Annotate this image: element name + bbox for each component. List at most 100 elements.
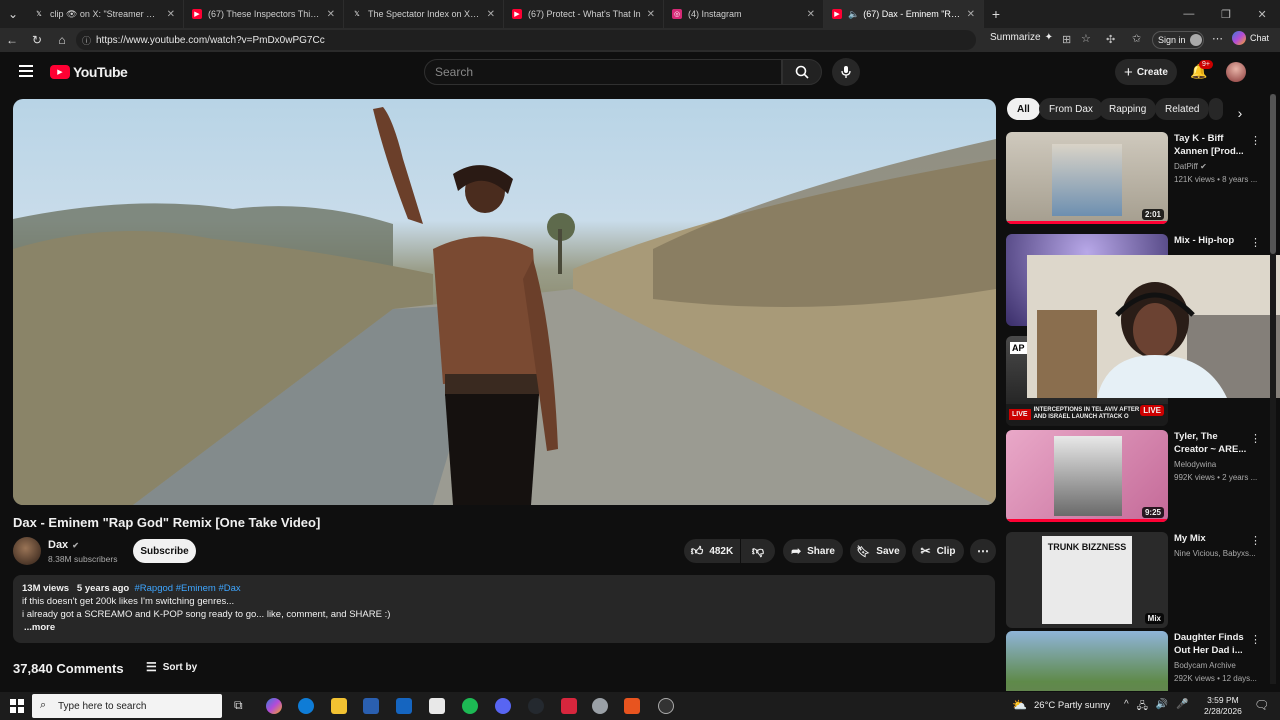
browser-tab-2[interactable]: ▶ (67) These Inspectors Think "Open ✕ bbox=[184, 0, 344, 28]
weather-text[interactable]: 26°C Partly sunny bbox=[1034, 700, 1110, 711]
save-button[interactable]: 🔖︎ Save bbox=[850, 539, 906, 563]
hashtags[interactable]: #Rapgod #Eminem #Dax bbox=[135, 583, 241, 594]
show-more-link[interactable]: ...more bbox=[22, 621, 986, 634]
close-window-icon[interactable]: ✕ bbox=[1257, 8, 1266, 21]
more-vertical-icon[interactable]: ⋮ bbox=[1250, 633, 1261, 646]
settings-app-icon[interactable] bbox=[592, 698, 608, 714]
rec-channel: Bodycam Archive bbox=[1174, 661, 1236, 670]
signin-button[interactable]: Sign in bbox=[1152, 31, 1204, 49]
close-tab-icon[interactable]: ✕ bbox=[167, 9, 175, 20]
more-vertical-icon[interactable]: ⋮ bbox=[1250, 134, 1261, 147]
edge-browser-icon[interactable] bbox=[298, 698, 314, 714]
browser-tab-3[interactable]: 𝕏 The Spectator Index on X: "BREAK ✕ bbox=[344, 0, 504, 28]
chip-all[interactable]: All bbox=[1007, 98, 1040, 120]
recording-app-icon[interactable] bbox=[658, 698, 674, 714]
copilot-app-icon[interactable] bbox=[266, 698, 282, 714]
chip-from-dax[interactable]: From Dax bbox=[1039, 98, 1103, 120]
document-icon[interactable] bbox=[429, 698, 445, 714]
file-explorer-icon[interactable] bbox=[331, 698, 347, 714]
more-actions-button[interactable]: ⋯ bbox=[970, 539, 996, 563]
notification-center-icon[interactable]: 🗨 bbox=[1254, 698, 1269, 712]
spotify-icon[interactable] bbox=[462, 698, 478, 714]
page-scrollbar[interactable] bbox=[1270, 94, 1276, 684]
chip-partial[interactable] bbox=[1209, 98, 1223, 120]
sort-by-button[interactable]: ☰ Sort by bbox=[146, 660, 197, 674]
video-player[interactable] bbox=[13, 99, 996, 505]
tab-list-chevron-icon[interactable]: ⌄ bbox=[0, 2, 26, 26]
chip-rapping[interactable]: Rapping bbox=[1099, 98, 1157, 120]
browser-tab-1[interactable]: 𝕏 clip 👁 on X: "Streamer Cheesur p ✕ bbox=[26, 0, 184, 28]
rec-thumbnail[interactable]: 2:01 bbox=[1006, 132, 1168, 224]
windows-start-icon[interactable] bbox=[10, 699, 24, 713]
channel-name-link[interactable]: Dax ✔ bbox=[48, 539, 79, 551]
new-tab-icon[interactable]: + bbox=[984, 2, 1008, 26]
more-vertical-icon[interactable]: ⋮ bbox=[1250, 432, 1261, 445]
summarize-label: Summarize bbox=[990, 32, 1041, 43]
close-tab-icon[interactable]: ✕ bbox=[967, 9, 975, 20]
microphone-tray-icon[interactable]: 🎤 bbox=[1176, 699, 1188, 716]
chip-related[interactable]: Related bbox=[1155, 98, 1210, 120]
create-button[interactable]: + Create bbox=[1115, 59, 1177, 85]
rec-thumbnail[interactable]: 9:25 bbox=[1006, 430, 1168, 522]
app-icon[interactable] bbox=[528, 698, 544, 714]
rec-thumbnail[interactable] bbox=[1006, 631, 1168, 691]
clock[interactable]: 3:59 PM 2/28/2026 bbox=[1204, 695, 1242, 717]
task-view-icon[interactable]: ⧉ bbox=[234, 698, 243, 713]
close-tab-icon[interactable]: ✕ bbox=[487, 9, 495, 20]
taskbar-search-input[interactable]: ⌕ Type here to search bbox=[32, 694, 222, 718]
browser-tab-6[interactable]: ▶ 🔈 (67) Dax - Eminem "Rap God" ✕ bbox=[824, 0, 984, 28]
youtube-logo[interactable]: ▶ YouTube bbox=[50, 64, 128, 80]
video-description[interactable]: 13M views 5 years ago #Rapgod #Eminem #D… bbox=[13, 575, 995, 643]
subscribe-button[interactable]: Subscribe bbox=[133, 539, 196, 563]
weather-icon[interactable]: ⛅ bbox=[1012, 698, 1027, 712]
chevron-up-icon[interactable]: ^ bbox=[1124, 699, 1129, 716]
thumbs-down-icon: 👎︎ bbox=[751, 543, 765, 558]
red-app-icon[interactable] bbox=[561, 698, 577, 714]
search-input[interactable]: Search bbox=[424, 59, 782, 85]
orange-app-icon[interactable] bbox=[624, 698, 640, 714]
like-button[interactable]: 👍︎ 482K bbox=[684, 539, 740, 563]
system-tray[interactable]: ^ 🖧 🔊 🎤 bbox=[1124, 699, 1189, 716]
split-screen-icon[interactable]: ⊞ bbox=[1062, 33, 1071, 46]
close-tab-icon[interactable]: ✕ bbox=[647, 9, 655, 20]
recommendation-item[interactable]: 2:01 Tay K - Biff Xannen [Prod... DatPif… bbox=[1006, 132, 1266, 224]
close-tab-icon[interactable]: ✕ bbox=[327, 9, 335, 20]
browser-tab-4[interactable]: ▶ (67) Protect - What's That In ✕ bbox=[504, 0, 664, 28]
mail-icon[interactable] bbox=[396, 698, 412, 714]
more-options-icon[interactable]: ⋯ bbox=[1212, 32, 1223, 45]
account-avatar[interactable] bbox=[1226, 62, 1246, 82]
recommendation-item[interactable]: TRUNK BIZZNESS Mix My Mix Nine Vicious, … bbox=[1006, 532, 1266, 628]
chips-next-chevron-icon[interactable]: › bbox=[1228, 101, 1252, 125]
favorite-star-icon[interactable]: ☆ bbox=[1081, 32, 1091, 45]
copilot-chat-button[interactable]: Chat bbox=[1232, 31, 1269, 45]
more-vertical-icon[interactable]: ⋮ bbox=[1250, 534, 1261, 547]
volume-icon[interactable]: 🔊 bbox=[1156, 699, 1168, 716]
recommendation-item[interactable]: Daughter Finds Out Her Dad i... Bodycam … bbox=[1006, 631, 1266, 691]
share-button[interactable]: ➦ Share bbox=[783, 539, 843, 563]
summarize-button[interactable]: Summarize ✦ bbox=[990, 32, 1053, 43]
dislike-button[interactable]: 👎︎ bbox=[741, 539, 775, 563]
voice-search-button[interactable] bbox=[832, 58, 860, 86]
favorites-icon[interactable]: ✩ bbox=[1132, 32, 1141, 45]
browser-tab-5[interactable]: ◎ (4) Instagram ✕ bbox=[664, 0, 824, 28]
recommendation-item[interactable]: 9:25 Tyler, The Creator ~ ARE... Melodyw… bbox=[1006, 430, 1266, 522]
url-field[interactable]: ⓘ https://www.youtube.com/watch?v=PmDx0w… bbox=[76, 30, 976, 50]
channel-avatar[interactable] bbox=[13, 537, 41, 565]
reload-icon[interactable]: ↻ bbox=[25, 28, 49, 52]
site-info-icon[interactable]: ⓘ bbox=[82, 34, 91, 47]
clip-button[interactable]: ✂ Clip bbox=[912, 539, 964, 563]
rec-thumbnail[interactable]: TRUNK BIZZNESS Mix bbox=[1006, 532, 1168, 628]
search-button[interactable] bbox=[782, 59, 822, 85]
network-icon[interactable]: 🖧 bbox=[1137, 699, 1148, 716]
more-vertical-icon[interactable]: ⋮ bbox=[1250, 236, 1261, 249]
close-tab-icon[interactable]: ✕ bbox=[807, 9, 815, 20]
back-arrow-icon[interactable]: ← bbox=[0, 28, 24, 52]
discord-icon[interactable] bbox=[495, 698, 511, 714]
maximize-icon[interactable]: ❐ bbox=[1221, 8, 1231, 21]
scrollbar-thumb[interactable] bbox=[1270, 94, 1276, 254]
microsoft-store-icon[interactable] bbox=[363, 698, 379, 714]
extensions-icon[interactable]: ✣ bbox=[1106, 33, 1115, 46]
home-icon[interactable]: ⌂ bbox=[50, 28, 74, 52]
minimize-icon[interactable]: — bbox=[1183, 8, 1194, 20]
hamburger-menu-icon[interactable] bbox=[19, 65, 33, 77]
